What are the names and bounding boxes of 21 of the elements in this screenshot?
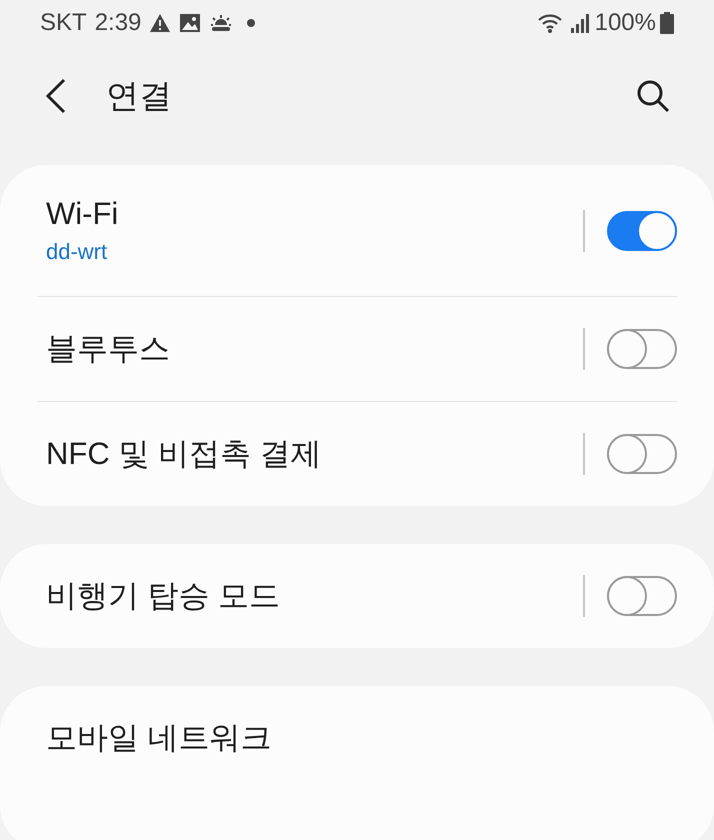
image-icon (179, 13, 202, 33)
toggle-switch[interactable] (607, 576, 677, 616)
setting-title[interactable]: 모바일 네트워크 (46, 717, 677, 759)
setting-subtitle: dd-wrt (46, 238, 108, 266)
clock-text: 2:39 (94, 8, 142, 38)
weather-icon (209, 13, 234, 33)
signal-icon (568, 12, 591, 34)
toggle-switch[interactable] (607, 210, 677, 250)
setting-title[interactable]: Wi-Fi (46, 192, 583, 234)
search-icon[interactable] (636, 79, 670, 113)
setting-title[interactable]: 블루투스 (46, 328, 583, 370)
toggle-switch[interactable] (607, 434, 677, 474)
warning-icon (149, 13, 172, 33)
toggle-switch[interactable] (607, 329, 677, 369)
setting-title[interactable]: NFC 및 비접촉 결제 (46, 433, 583, 475)
battery-text: 100% (594, 8, 656, 38)
carrier-text: SKT (40, 8, 87, 38)
back-icon[interactable] (44, 78, 68, 114)
setting-title[interactable]: 비행기 탑승 모드 (46, 575, 583, 617)
battery-icon (660, 12, 674, 34)
page-title: 연결 (106, 76, 173, 116)
